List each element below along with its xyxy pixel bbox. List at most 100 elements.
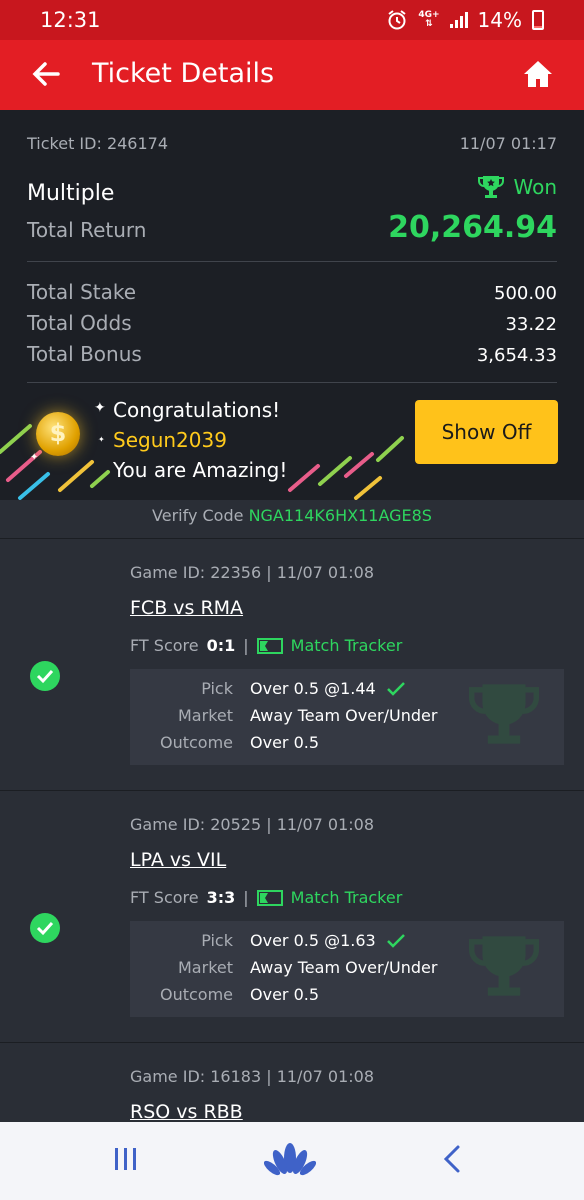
status-bar: 12:31 4G+ ⇅ 14% bbox=[0, 0, 584, 40]
match-tracker-label: Match Tracker bbox=[290, 636, 403, 655]
pick-details: Pick Over 0.5 @1.63 Market Away Team Ove… bbox=[130, 921, 564, 1017]
game-teams-link[interactable]: RSO vs RBB bbox=[130, 1101, 243, 1123]
market-label: Market bbox=[178, 958, 233, 977]
game-card: Game ID: 16183 | 11/07 01:08 RSO vs RBB bbox=[0, 1042, 584, 1123]
recent-apps-icon[interactable] bbox=[112, 1144, 140, 1174]
tracker-icon bbox=[256, 637, 283, 654]
ticket-id: Ticket ID: 246174 bbox=[27, 134, 169, 153]
status-label: Won bbox=[513, 175, 557, 199]
battery-percent: 14% bbox=[477, 8, 522, 32]
pick-details: Pick Over 0.5 @1.44 Market Away Team Ove… bbox=[130, 669, 564, 765]
game-meta: Game ID: 16183 | 11/07 01:08 bbox=[130, 1067, 374, 1086]
market-value: Away Team Over/Under bbox=[250, 706, 438, 725]
battery-fill bbox=[534, 25, 542, 28]
pick-value: Over 0.5 @1.63 bbox=[250, 931, 376, 950]
outcome-label: Outcome bbox=[159, 733, 233, 752]
svg-text:✦: ✦ bbox=[30, 452, 38, 463]
home-icon[interactable] bbox=[522, 58, 554, 90]
svg-text:✦: ✦ bbox=[98, 435, 105, 444]
ft-score-value: 3:3 bbox=[206, 888, 236, 907]
separator: | bbox=[243, 636, 249, 655]
game-meta: Game ID: 20525 | 11/07 01:08 bbox=[130, 815, 374, 834]
game-teams-link[interactable]: FCB vs RMA bbox=[130, 597, 243, 619]
game-card: Game ID: 20525 | 11/07 01:08 LPA vs VIL … bbox=[0, 790, 584, 1042]
verify-code-row: Verify Code NGA114K6HX11AGE8S bbox=[0, 500, 584, 538]
tracker-icon bbox=[256, 889, 283, 906]
total-odds-value: 33.22 bbox=[505, 314, 557, 335]
total-bonus-value: 3,654.33 bbox=[476, 345, 557, 366]
username: Segun2039 bbox=[113, 428, 227, 452]
alarm-icon bbox=[388, 10, 406, 30]
ticket-header-row: Ticket ID: 246174 11/07 01:17 bbox=[27, 134, 557, 153]
game-meta: Game ID: 22356 | 11/07 01:08 bbox=[130, 563, 374, 582]
data-arrows-icon: ⇅ bbox=[425, 19, 433, 29]
status-badge: Won bbox=[477, 174, 557, 200]
outcome-row: Outcome Over 0.5 bbox=[130, 985, 319, 1004]
market-value: Away Team Over/Under bbox=[250, 958, 438, 977]
total-return-value: 20,264.94 bbox=[388, 210, 557, 245]
match-tracker-link[interactable]: Match Tracker bbox=[256, 888, 403, 907]
ft-score-label: FT Score bbox=[130, 888, 199, 907]
outcome-label: Outcome bbox=[159, 985, 233, 1004]
trophy-icon bbox=[478, 176, 505, 198]
coin-icon: $ bbox=[36, 412, 80, 456]
ticket-datetime: 11/07 01:17 bbox=[459, 134, 557, 153]
divider bbox=[27, 261, 557, 262]
svg-text:✦: ✦ bbox=[94, 400, 106, 416]
pick-value: Over 0.5 @1.44 bbox=[250, 679, 376, 698]
bet-type-row: Multiple Won bbox=[27, 174, 557, 206]
total-bonus-label: Total Bonus bbox=[27, 342, 142, 366]
outcome-value: Over 0.5 bbox=[250, 985, 320, 1004]
total-return-row: Total Return 20,264.94 bbox=[27, 210, 557, 245]
system-nav-bar bbox=[0, 1122, 584, 1200]
market-row: Market Away Team Over/Under bbox=[130, 706, 437, 725]
total-stake-label: Total Stake bbox=[27, 280, 137, 304]
back-nav-icon[interactable] bbox=[442, 1144, 462, 1174]
check-circle-icon bbox=[30, 913, 60, 943]
outcome-row: Outcome Over 0.5 bbox=[130, 733, 319, 752]
page-title: Ticket Details bbox=[92, 58, 275, 89]
outcome-value: Over 0.5 bbox=[250, 733, 320, 752]
signal-icon bbox=[449, 12, 468, 28]
pick-label: Pick bbox=[201, 931, 233, 950]
show-off-button[interactable]: Show Off bbox=[415, 400, 558, 464]
app-bar: Ticket Details bbox=[0, 40, 584, 110]
market-label: Market bbox=[178, 706, 233, 725]
bet-type: Multiple bbox=[27, 181, 115, 206]
verify-code-value[interactable]: NGA114K6HX11AGE8S bbox=[249, 506, 432, 525]
congrats-message: You are Amazing! bbox=[113, 458, 288, 482]
ft-score-row: FT Score 3:3 | Match Tracker bbox=[130, 888, 402, 907]
checkmark-icon bbox=[386, 933, 405, 948]
checkmark-icon bbox=[386, 681, 405, 696]
status-time: 12:31 bbox=[40, 8, 101, 32]
total-stake-value: 500.00 bbox=[494, 283, 557, 304]
match-tracker-label: Match Tracker bbox=[290, 888, 403, 907]
ft-score-row: FT Score 0:1 | Match Tracker bbox=[130, 636, 402, 655]
arrow-left-icon[interactable] bbox=[30, 58, 62, 90]
total-bonus-row: Total Bonus 3,654.33 bbox=[27, 342, 557, 366]
verify-code-label: Verify Code bbox=[152, 506, 244, 525]
divider bbox=[27, 382, 557, 383]
check-circle-icon bbox=[30, 661, 60, 691]
trophy-watermark-icon bbox=[469, 684, 539, 744]
congrats-banner: ✦ ✦ ✦ $ Congratulations! Segun2039 You a… bbox=[0, 390, 584, 500]
total-return-label: Total Return bbox=[27, 218, 147, 242]
separator: | bbox=[243, 888, 249, 907]
total-odds-label: Total Odds bbox=[27, 311, 132, 335]
congrats-title: Congratulations! bbox=[113, 398, 281, 422]
ft-score-label: FT Score bbox=[130, 636, 199, 655]
game-teams-link[interactable]: LPA vs VIL bbox=[130, 849, 226, 871]
battery-icon bbox=[532, 10, 544, 30]
pick-row: Pick Over 0.5 @1.44 bbox=[130, 679, 406, 698]
total-stake-row: Total Stake 500.00 bbox=[27, 280, 557, 304]
status-icons: 4G+ ⇅ 14% bbox=[386, 8, 544, 32]
match-tracker-link[interactable]: Match Tracker bbox=[256, 636, 403, 655]
pick-row: Pick Over 0.5 @1.63 bbox=[130, 931, 406, 950]
total-odds-row: Total Odds 33.22 bbox=[27, 311, 557, 335]
game-card: Game ID: 22356 | 11/07 01:08 FCB vs RMA … bbox=[0, 538, 584, 790]
network-indicator: 4G+ ⇅ bbox=[418, 11, 439, 29]
trophy-watermark-icon bbox=[469, 936, 539, 996]
ticket-summary: Ticket ID: 246174 11/07 01:17 Multiple W… bbox=[0, 110, 584, 500]
ft-score-value: 0:1 bbox=[206, 636, 236, 655]
home-lotus-icon[interactable] bbox=[264, 1140, 316, 1180]
